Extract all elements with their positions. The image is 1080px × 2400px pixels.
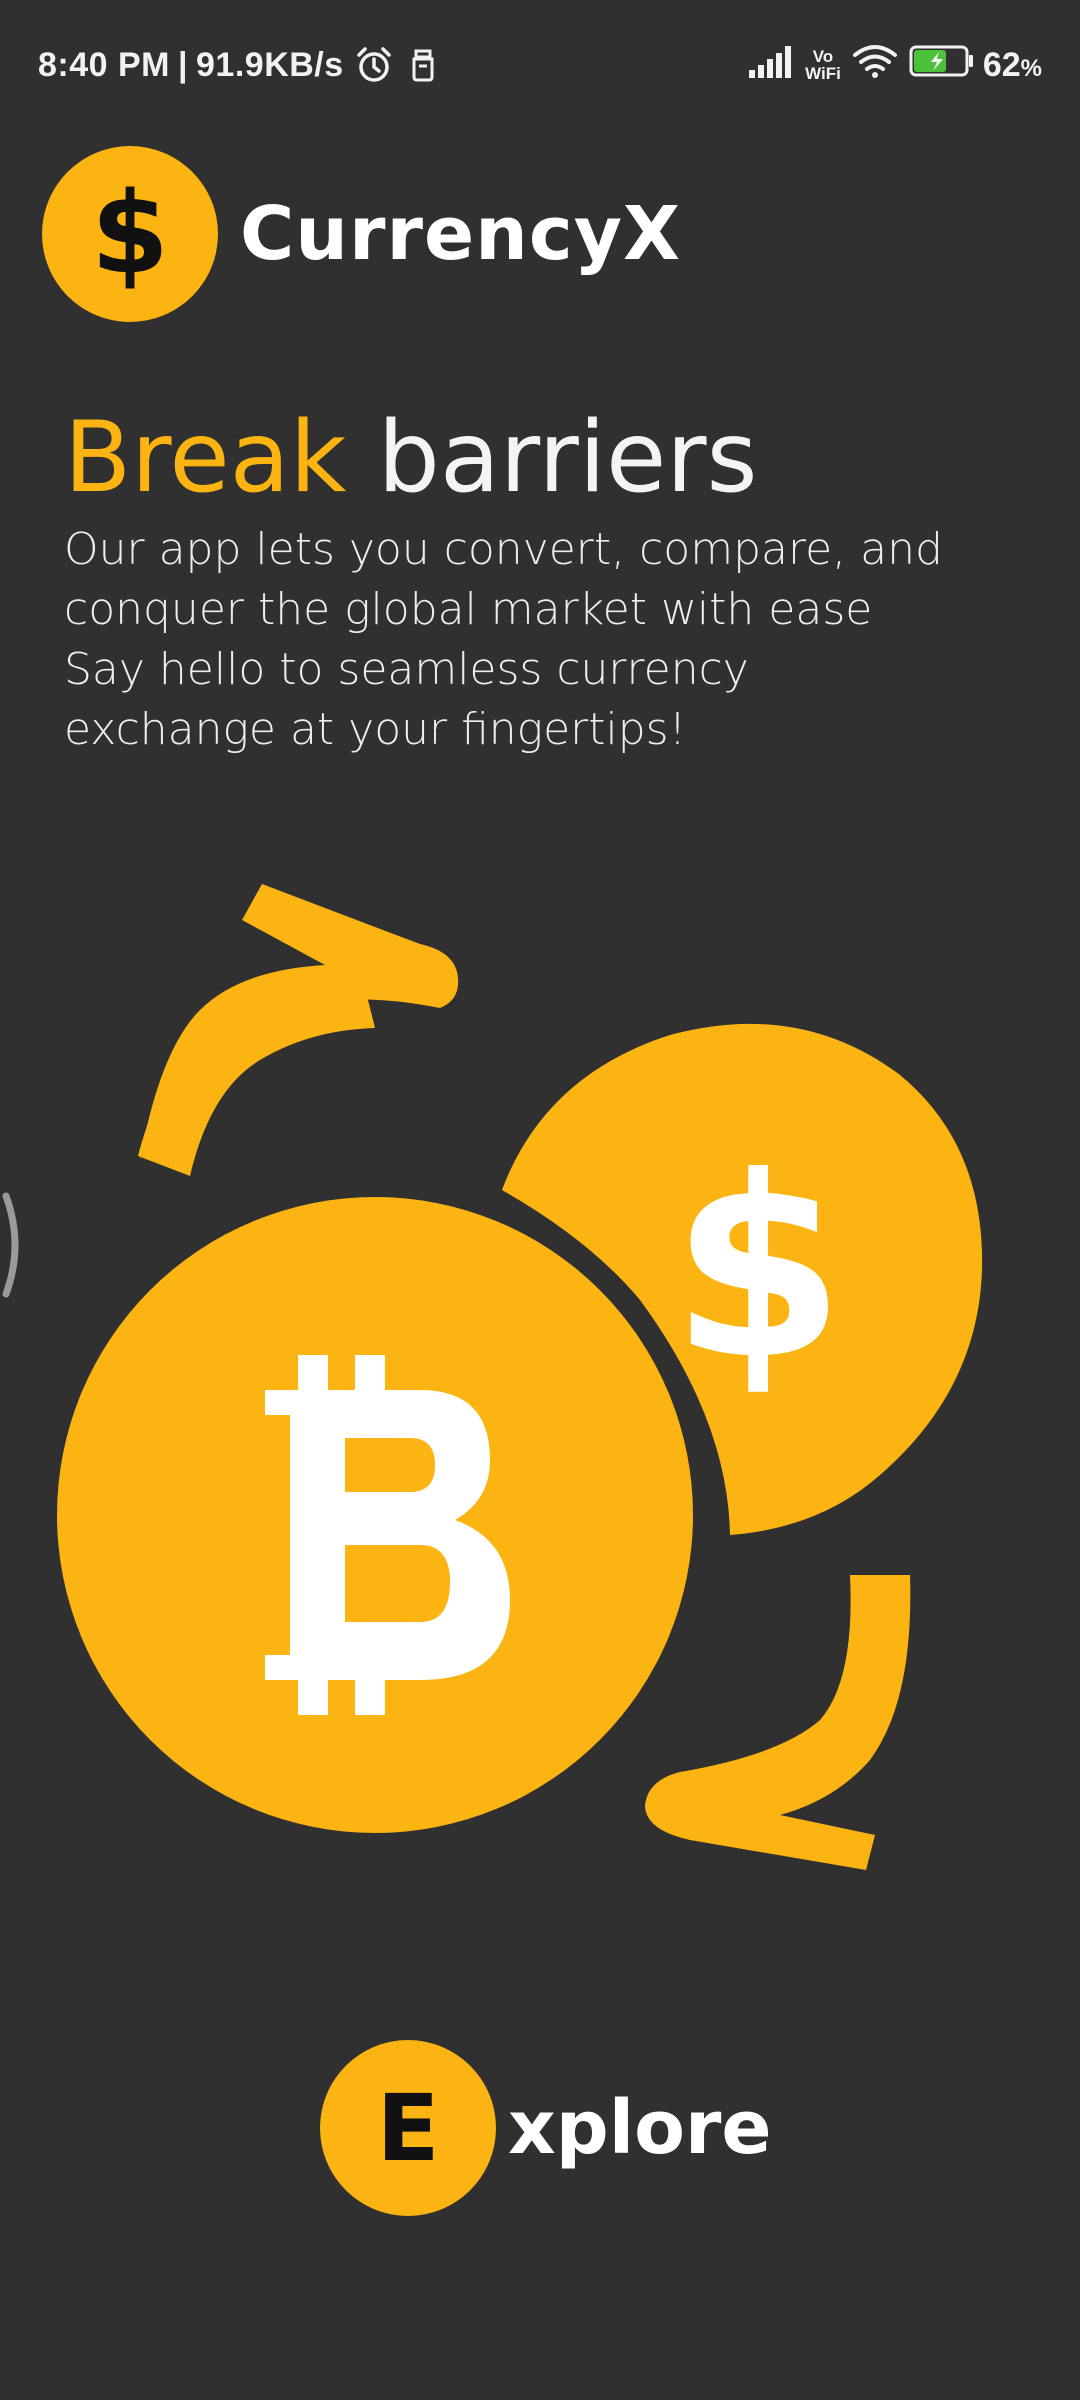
description-line: Say hello to seamless currency — [64, 644, 749, 695]
battery-percent-symbol: % — [1020, 54, 1042, 82]
headline-rest: barriers — [377, 401, 758, 515]
sim-notification-icon — [410, 47, 436, 83]
brand-logo-symbol: $ — [91, 169, 169, 299]
brand-logo-icon: $ — [42, 146, 218, 322]
vowifi-bottom: WiFi — [805, 64, 841, 83]
signal-bars-icon — [747, 44, 795, 87]
headline-accent: Break — [64, 401, 347, 515]
network-speed: 91.9KB/s — [196, 45, 344, 84]
explore-letter: E — [376, 2074, 440, 2182]
vowifi-indicator: Vo WiFi — [805, 48, 841, 82]
battery-percentage: 62% — [983, 46, 1042, 85]
svg-text:$: $ — [671, 1123, 845, 1414]
status-separator: | — [178, 45, 189, 84]
status-left: 8:40 PM | 91.9KB/s — [38, 38, 436, 92]
status-bar: 8:40 PM | 91.9KB/s Vo WiFi 62% — [0, 0, 1080, 130]
explore-button[interactable]: E xplore — [320, 2040, 772, 2216]
currency-exchange-illustration: $ — [57, 884, 983, 1870]
status-right: Vo WiFi 62% — [737, 38, 1042, 92]
edge-gesture-handle[interactable] — [0, 1190, 30, 1300]
battery-value: 62 — [982, 45, 1021, 84]
hero-headline: Break barriers — [64, 398, 758, 518]
brand-name: CurrencyX — [240, 191, 682, 277]
description-line: exchange at your fingertips! — [64, 704, 687, 755]
vowifi-top: Vo — [812, 47, 834, 66]
status-time: 8:40 PM — [38, 45, 170, 84]
app-screen: 8:40 PM | 91.9KB/s Vo WiFi 62% $ Currenc… — [0, 0, 1080, 2400]
explore-letter-badge: E — [320, 2040, 496, 2216]
wifi-icon — [851, 43, 899, 88]
hero-description: Our app lets you convert, compare, and c… — [64, 520, 1054, 760]
description-line: conquer the global market with ease — [64, 584, 873, 635]
explore-label: xplore — [508, 2085, 772, 2171]
battery-charging-icon — [909, 44, 975, 87]
brand-header: $ CurrencyX — [42, 146, 681, 322]
bitcoin-icon — [57, 1197, 693, 1833]
alarm-clock-icon — [354, 45, 394, 85]
description-line: Our app lets you convert, compare, and — [64, 524, 943, 575]
